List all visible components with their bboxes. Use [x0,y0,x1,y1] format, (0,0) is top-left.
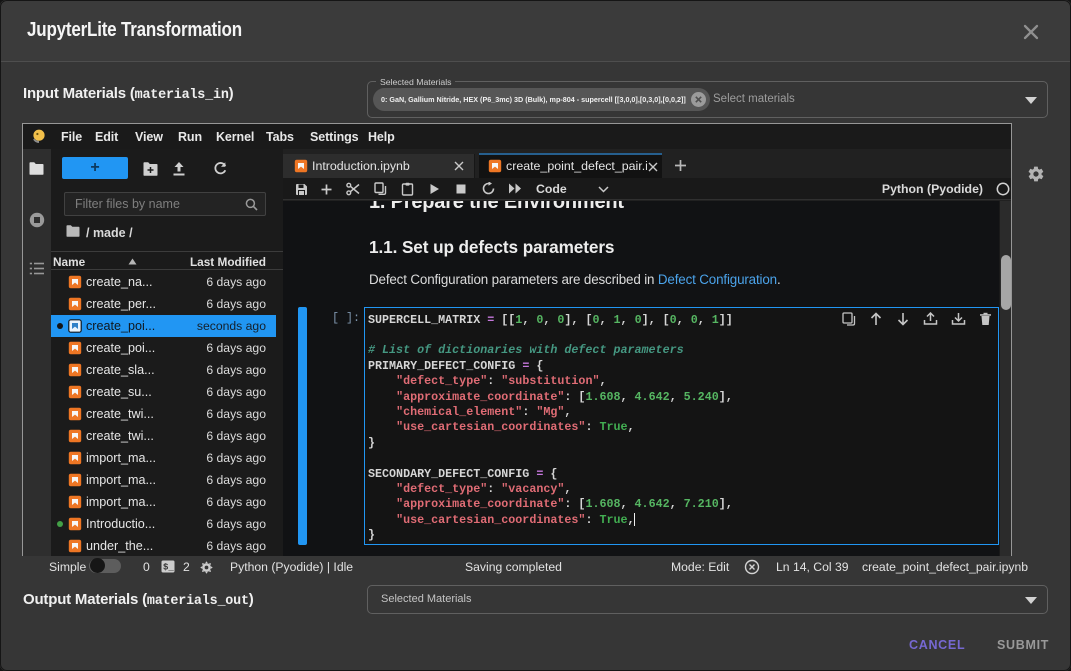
svg-text:$_: $_ [163,563,174,573]
